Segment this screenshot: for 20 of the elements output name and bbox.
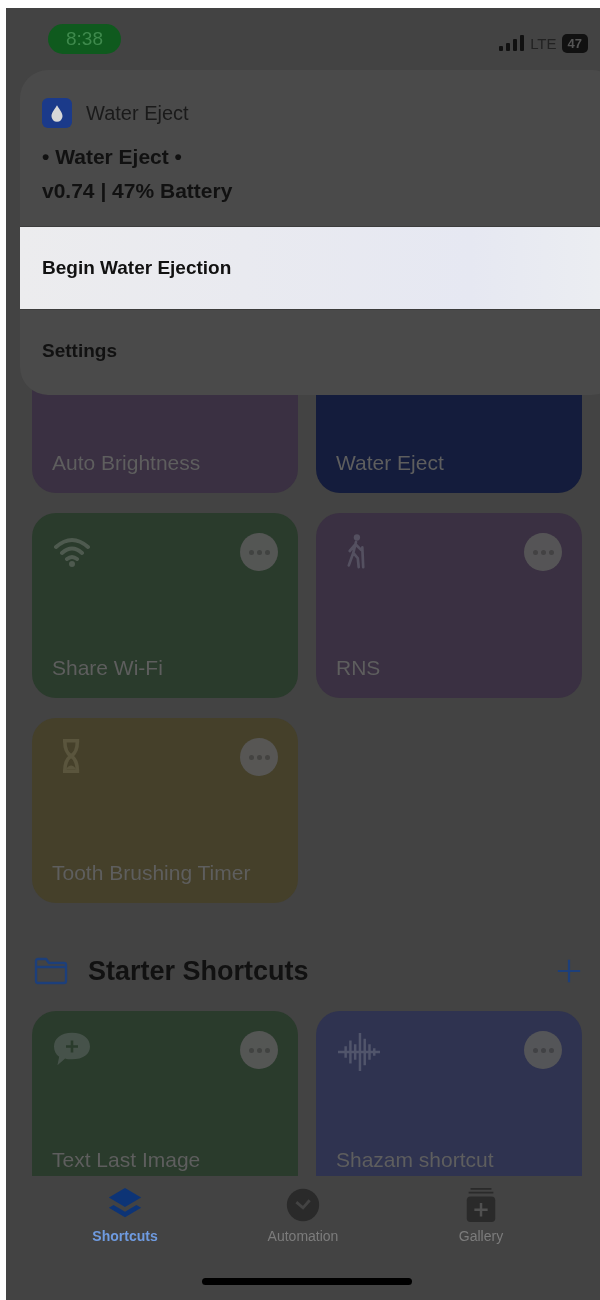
- more-options-icon[interactable]: [240, 738, 278, 776]
- waveform-icon: [336, 1031, 382, 1073]
- signal-icon: [499, 35, 526, 51]
- tab-item[interactable]: Shortcuts: [75, 1186, 175, 1258]
- more-options-icon[interactable]: [240, 1031, 278, 1069]
- menu-message: v0.74 | 47% Battery: [42, 178, 233, 204]
- tab-item[interactable]: Automation: [253, 1186, 353, 1258]
- shortcut-name: Water Eject: [336, 450, 445, 476]
- speech-bubble-plus-icon: [52, 1031, 92, 1067]
- menu-item[interactable]: Begin Water Ejection: [20, 226, 600, 309]
- folder-icon: [34, 957, 68, 985]
- add-icon[interactable]: [556, 958, 582, 984]
- menu-message: • Water Eject •: [42, 144, 182, 170]
- more-options-icon[interactable]: [524, 1031, 562, 1069]
- clock-icon: [284, 1186, 322, 1224]
- water-drop-icon: [42, 98, 72, 128]
- more-options-icon[interactable]: [524, 533, 562, 571]
- more-options-icon[interactable]: [240, 533, 278, 571]
- battery-level: 47: [561, 33, 588, 53]
- tab-item[interactable]: Gallery: [431, 1186, 531, 1258]
